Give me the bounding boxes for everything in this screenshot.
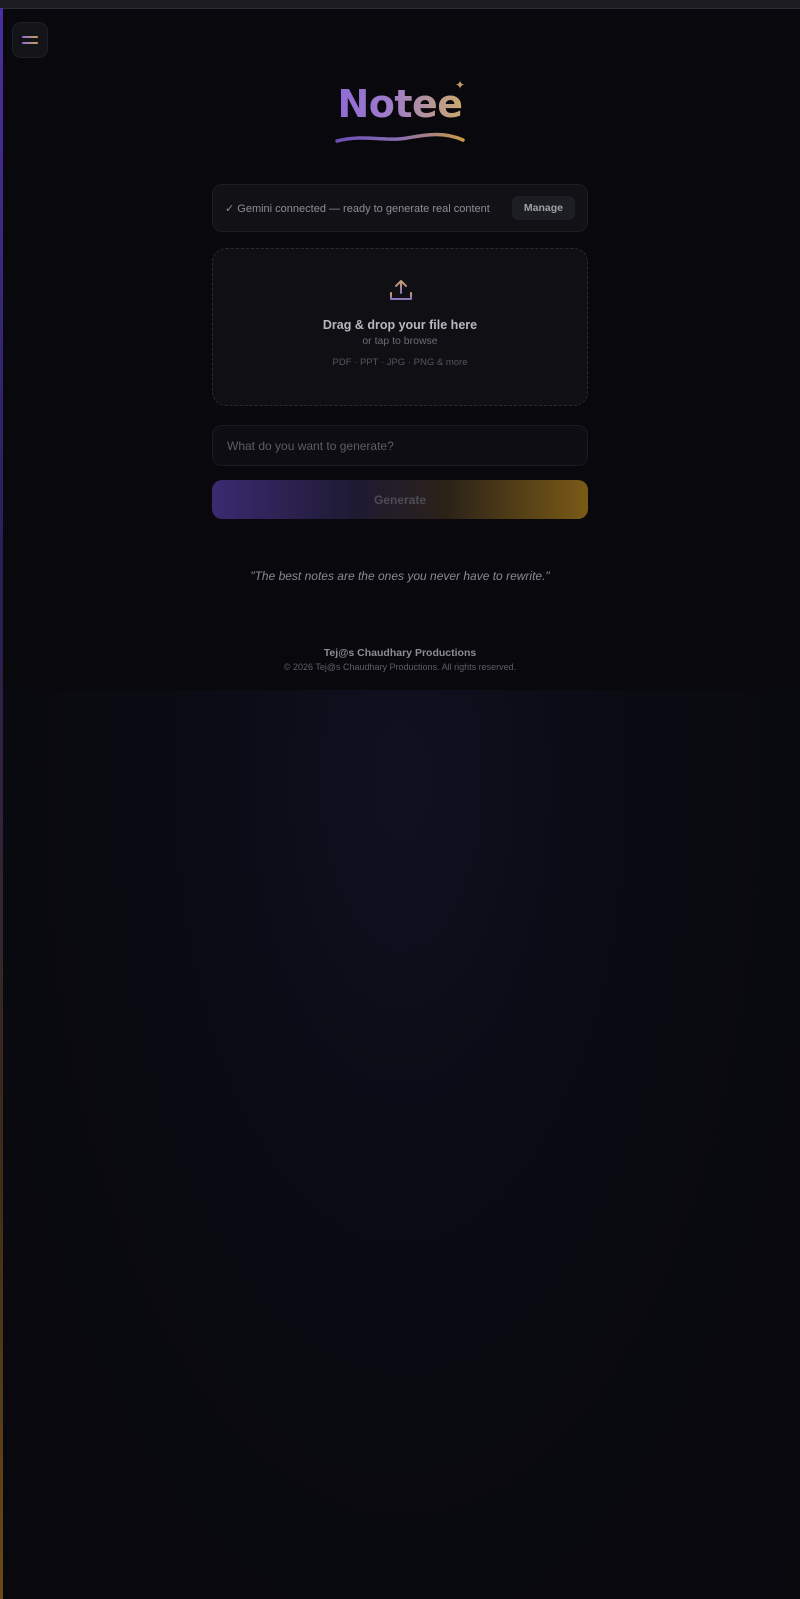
drop-zone-subtitle: or tap to browse (362, 335, 438, 347)
hamburger-icon (22, 36, 38, 38)
background-glow (3, 690, 800, 1599)
manage-button[interactable]: Manage (511, 196, 575, 220)
app-logo-text: Notee (337, 82, 463, 126)
generate-button[interactable]: Generate (212, 480, 588, 519)
menu-button[interactable] (12, 22, 48, 58)
drop-zone-title: Drag & drop your file here (322, 318, 478, 332)
sparkle-icon: ✦ (455, 78, 466, 92)
status-message: Gemini connected — ready to generate rea… (237, 202, 490, 215)
supported-formats: PDF · PPT · JPG · PNG & more (332, 357, 468, 368)
footer-brand: Tej@s Chaudhary Productions (323, 647, 477, 659)
upload-icon (390, 280, 412, 300)
api-status-card: ✓ Gemini connected — ready to generate r… (212, 184, 588, 232)
footer-copyright: © 2026 Tej@s Chaudhary Productions. All … (283, 662, 517, 672)
prompt-input[interactable] (212, 425, 588, 466)
app-logo: Notee (0, 82, 800, 126)
quote-text: "The best notes are the ones you never h… (250, 569, 550, 583)
file-drop-zone[interactable]: Drag & drop your file here or tap to bro… (212, 248, 588, 406)
checkmark-icon: ✓ (225, 202, 235, 215)
logo-underline-swoosh (335, 132, 465, 143)
hamburger-icon-line (22, 42, 38, 44)
status-text: ✓ Gemini connected — ready to generate r… (225, 202, 512, 215)
window-top-strip (0, 0, 800, 9)
